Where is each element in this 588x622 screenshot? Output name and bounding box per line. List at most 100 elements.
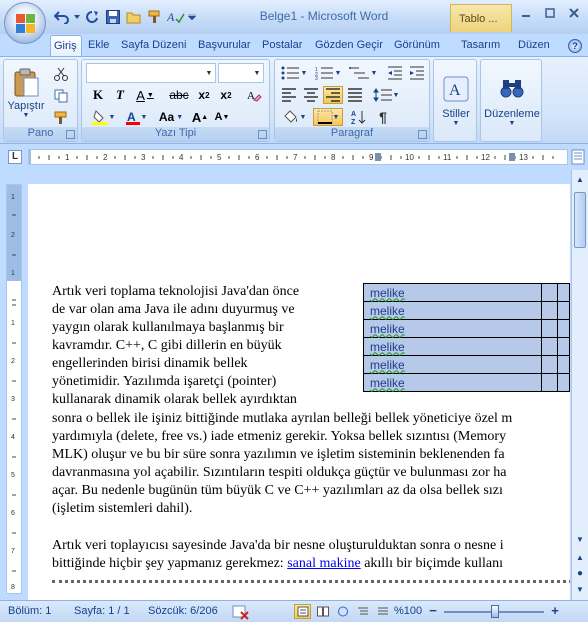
scroll-up-icon[interactable]: ▲ — [573, 172, 587, 186]
tab-home[interactable]: Giriş — [50, 35, 82, 56]
cut-icon[interactable] — [52, 65, 70, 83]
minimize-icon[interactable] — [514, 4, 538, 22]
status-page[interactable]: Sayfa: 1 / 1 — [74, 605, 130, 617]
table-cell[interactable] — [541, 337, 559, 356]
table-cell[interactable] — [541, 373, 559, 392]
tab-review[interactable]: Gözden Geçir — [315, 35, 383, 56]
table-row[interactable]: melike — [362, 337, 570, 356]
clear-formatting-icon[interactable]: A — [244, 86, 264, 104]
editing-button[interactable]: Düzenleme ▼ — [483, 64, 541, 138]
align-center-icon[interactable] — [301, 86, 321, 104]
vertical-ruler[interactable]: 1 2 1 1 2 3 4 5 6 7 8 — [6, 184, 22, 594]
table-cell[interactable]: melike — [362, 319, 543, 338]
zoom-in-icon[interactable]: + — [548, 604, 562, 618]
font-launcher-icon[interactable] — [258, 130, 267, 139]
table-row[interactable]: melike — [362, 373, 570, 392]
browse-object-icon[interactable]: ● — [573, 566, 587, 580]
numbering-button[interactable]: 123 ▼ — [313, 64, 343, 82]
tab-insert[interactable]: Ekle — [88, 35, 109, 56]
table-cell[interactable]: melike — [362, 337, 543, 356]
tab-mailings[interactable]: Postalar — [262, 35, 302, 56]
document-page[interactable]: Artık veri toplama teknolojisi Java'dan … — [28, 184, 570, 600]
table-row[interactable]: melike — [362, 301, 570, 320]
table-row[interactable]: melike — [362, 319, 570, 338]
bullets-button[interactable]: ▼ — [279, 64, 309, 82]
sort-icon[interactable]: AZ — [349, 108, 369, 126]
format-painter-icon[interactable] — [52, 109, 70, 127]
change-case-button[interactable]: Aa ▼ — [156, 108, 186, 126]
font-size-combo[interactable]: ▼ — [218, 63, 264, 83]
font-color-button[interactable]: A ▼ — [122, 108, 150, 126]
tab-design[interactable]: Tasarım — [461, 35, 500, 56]
document-table[interactable]: melike melike melike melike melike melik… — [362, 283, 570, 392]
zoom-out-icon[interactable]: − — [426, 604, 440, 618]
scroll-down-icon[interactable]: ▼ — [573, 532, 587, 546]
tab-references[interactable]: Başvurular — [198, 35, 251, 56]
align-right-icon[interactable] — [323, 86, 343, 104]
table-cell[interactable] — [541, 355, 559, 374]
shrink-font-button[interactable]: A ▼ — [212, 108, 232, 126]
increase-indent-icon[interactable] — [407, 64, 427, 82]
strikethrough-button[interactable]: abc — [168, 86, 190, 104]
status-word-count[interactable]: Sözcük: 6/206 — [148, 605, 218, 617]
table-cell[interactable]: melike — [362, 301, 543, 320]
outline-view-icon[interactable] — [354, 604, 371, 619]
styles-button[interactable]: A Stiller ▼ — [437, 64, 475, 138]
close-icon[interactable] — [562, 4, 586, 22]
copy-icon[interactable] — [52, 87, 70, 105]
hyperlink-sanal-makine[interactable]: sanal makine — [287, 556, 360, 571]
table-cell[interactable] — [557, 337, 570, 356]
table-cell[interactable] — [557, 283, 570, 302]
highlight-color-button[interactable]: ▼ — [88, 108, 118, 126]
shading-button[interactable]: ▼ — [279, 108, 309, 126]
italic-button[interactable]: T — [110, 86, 130, 104]
line-spacing-button[interactable]: ▼ — [371, 86, 401, 104]
help-icon[interactable]: ? — [568, 39, 582, 53]
font-name-combo[interactable]: ▼ — [86, 63, 216, 83]
table-cell[interactable] — [557, 319, 570, 338]
vertical-scrollbar[interactable]: ▲ ▼ ▲ ● ▼ — [571, 170, 588, 600]
justify-icon[interactable] — [345, 86, 365, 104]
tab-layout[interactable]: Düzen — [518, 35, 550, 56]
zoom-slider-knob[interactable] — [491, 605, 499, 618]
next-page-icon[interactable]: ▼ — [573, 582, 587, 596]
web-layout-view-icon[interactable] — [334, 604, 351, 619]
grow-font-button[interactable]: A ▲ — [190, 108, 210, 126]
multilevel-list-button[interactable]: ▼ — [347, 64, 379, 82]
table-row[interactable]: melike — [362, 355, 570, 374]
decrease-indent-icon[interactable] — [385, 64, 405, 82]
paragraph-launcher-icon[interactable] — [418, 130, 427, 139]
superscript-button[interactable]: x2 — [216, 86, 236, 104]
bold-button[interactable]: K — [88, 86, 108, 104]
table-cell[interactable] — [557, 373, 570, 392]
chevron-down-icon[interactable]: ▼ — [251, 64, 263, 82]
align-left-icon[interactable] — [279, 86, 299, 104]
underline-button[interactable]: A ▼ — [132, 86, 158, 104]
full-screen-reading-view-icon[interactable] — [314, 604, 331, 619]
table-cell[interactable] — [541, 301, 559, 320]
office-button[interactable] — [4, 2, 46, 44]
draft-view-icon[interactable] — [374, 604, 391, 619]
table-cell[interactable] — [541, 319, 559, 338]
table-row[interactable]: melike — [362, 283, 570, 302]
previous-page-icon[interactable]: ▲ — [573, 550, 587, 564]
tab-view[interactable]: Görünüm — [394, 35, 440, 56]
tab-selector-button[interactable]: L — [8, 150, 22, 164]
scroll-thumb[interactable] — [574, 192, 586, 248]
chevron-down-icon[interactable]: ▼ — [203, 64, 215, 82]
clipboard-launcher-icon[interactable] — [66, 130, 75, 139]
zoom-level[interactable]: %100 — [394, 605, 422, 617]
proofing-error-icon[interactable] — [232, 604, 250, 620]
subscript-button[interactable]: x2 — [194, 86, 214, 104]
view-ruler-icon[interactable] — [571, 149, 585, 165]
tab-page-layout[interactable]: Sayfa Düzeni — [121, 35, 186, 56]
table-cell[interactable]: melike — [362, 355, 543, 374]
status-section[interactable]: Bölüm: 1 — [8, 605, 51, 617]
show-marks-icon[interactable]: ¶ — [373, 108, 393, 126]
table-cell[interactable] — [557, 301, 570, 320]
table-cell[interactable]: melike — [362, 283, 543, 302]
context-tab-table-tools[interactable]: Tablo ... — [450, 4, 512, 32]
maximize-icon[interactable] — [538, 4, 562, 22]
table-cell[interactable] — [541, 283, 559, 302]
borders-button[interactable]: ▼ — [313, 108, 343, 126]
